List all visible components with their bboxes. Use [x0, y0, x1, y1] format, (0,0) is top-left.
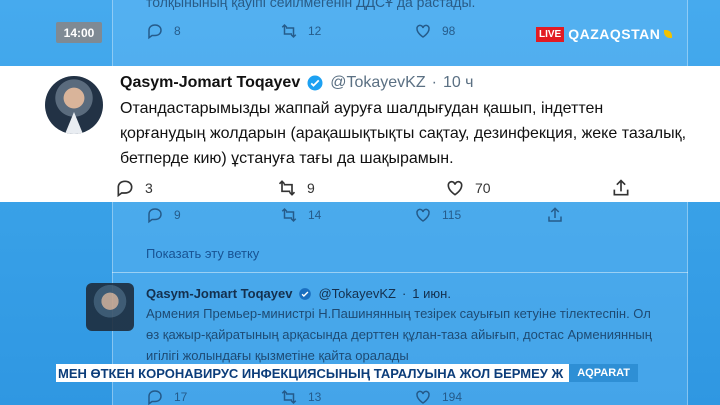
- quoted-time-separator: ·: [401, 286, 407, 301]
- heart-icon: [416, 24, 430, 38]
- ticker-tag: AQPARAT: [569, 364, 638, 382]
- ticker-text: МЕН ӨТКЕН КОРОНАВИРУС ИНФЕКЦИЯСЫНЫҢ ТАРА…: [58, 365, 564, 381]
- quoted-avatar[interactable]: [86, 283, 134, 331]
- tweet-header: Qasym-Jomart Toqayev @TokayevKZ · 10 ч: [120, 74, 474, 92]
- retweet-icon: [281, 389, 297, 405]
- reply-button[interactable]: 3: [115, 178, 153, 198]
- quoted-author-handle[interactable]: @TokayevKZ: [318, 286, 396, 301]
- like-button[interactable]: 70: [445, 178, 491, 198]
- share-button[interactable]: [611, 178, 631, 198]
- broadcast-clock: 14:00: [56, 22, 102, 43]
- retweet-icon: [278, 180, 296, 196]
- quoted-reply-button[interactable]: 17: [146, 388, 187, 405]
- heart-icon: [416, 390, 430, 404]
- second-like-button[interactable]: 115: [414, 206, 461, 224]
- quoted-tweet-time[interactable]: 1 июн.: [412, 286, 451, 301]
- avatar[interactable]: [45, 76, 103, 134]
- second-retweet-button[interactable]: 14: [280, 206, 321, 224]
- channel-name: QAZAQSTAN: [568, 26, 661, 42]
- reply-icon: [148, 24, 162, 40]
- reply-icon: [148, 208, 162, 224]
- retweet-icon: [281, 207, 297, 223]
- top-like-button[interactable]: 98: [414, 22, 455, 40]
- verified-badge-icon: [307, 75, 323, 91]
- second-reply-button[interactable]: 9: [146, 206, 181, 224]
- retweet-count: 9: [307, 180, 315, 196]
- retweet-icon: [281, 23, 297, 39]
- verified-badge-icon: [299, 287, 312, 300]
- author-name[interactable]: Qasym-Jomart Toqayev: [120, 74, 300, 92]
- quoted-tweet-text: Армения Премьер-министрі Н.Пашинянның те…: [146, 306, 652, 363]
- tweet-text: Отандастарымызды жаппай ауруға шалдығуда…: [120, 100, 687, 167]
- divider: [112, 272, 688, 273]
- tweet-time-separator: ·: [431, 74, 437, 91]
- leaf-icon: [664, 30, 673, 38]
- top-tweet-text: толқынының қауіпі сейілмегенін ДДСҰ да р…: [146, 0, 476, 10]
- news-ticker: МЕН ӨТКЕН КОРОНАВИРУС ИНФЕКЦИЯСЫНЫҢ ТАРА…: [56, 364, 638, 382]
- reply-count: 3: [145, 180, 153, 196]
- top-like-count: 98: [442, 24, 456, 38]
- top-reply-button[interactable]: 8: [146, 22, 181, 40]
- tweet-actions: 3 9 70: [115, 178, 635, 202]
- heart-icon: [447, 180, 463, 196]
- main-tweet-card[interactable]: Qasym-Jomart Toqayev @TokayevKZ · 10 ч О…: [0, 66, 720, 202]
- top-reply-count: 8: [174, 24, 181, 38]
- like-count: 70: [475, 180, 491, 196]
- share-icon: [613, 179, 629, 196]
- reply-icon: [117, 180, 133, 198]
- second-share-button[interactable]: [546, 206, 564, 224]
- share-icon: [548, 207, 562, 222]
- quoted-author-name[interactable]: Qasym-Jomart Toqayev: [146, 286, 292, 301]
- heart-icon: [416, 208, 430, 222]
- tweet-time[interactable]: 10 ч: [443, 74, 474, 92]
- top-retweet-button[interactable]: 12: [280, 22, 321, 40]
- second-retweet-count: 14: [308, 208, 322, 222]
- quoted-like-count: 194: [442, 390, 463, 404]
- quoted-tweet-header: Qasym-Jomart Toqayev @TokayevKZ · 1 июн.: [146, 286, 451, 301]
- quoted-reply-count: 17: [174, 390, 188, 404]
- quoted-retweet-count: 13: [308, 390, 322, 404]
- quoted-like-button[interactable]: 194: [414, 388, 462, 405]
- show-thread-link[interactable]: Показать эту ветку: [146, 246, 259, 261]
- quoted-retweet-button[interactable]: 13: [280, 388, 321, 405]
- author-handle[interactable]: @TokayevKZ: [330, 74, 425, 92]
- channel-logo: LIVE QAZAQSTAN: [536, 26, 673, 42]
- second-reply-count: 9: [174, 208, 181, 222]
- retweet-button[interactable]: 9: [277, 178, 315, 198]
- second-like-count: 115: [442, 208, 462, 222]
- top-retweet-count: 12: [308, 24, 322, 38]
- live-badge: LIVE: [536, 26, 565, 42]
- reply-icon: [148, 390, 162, 405]
